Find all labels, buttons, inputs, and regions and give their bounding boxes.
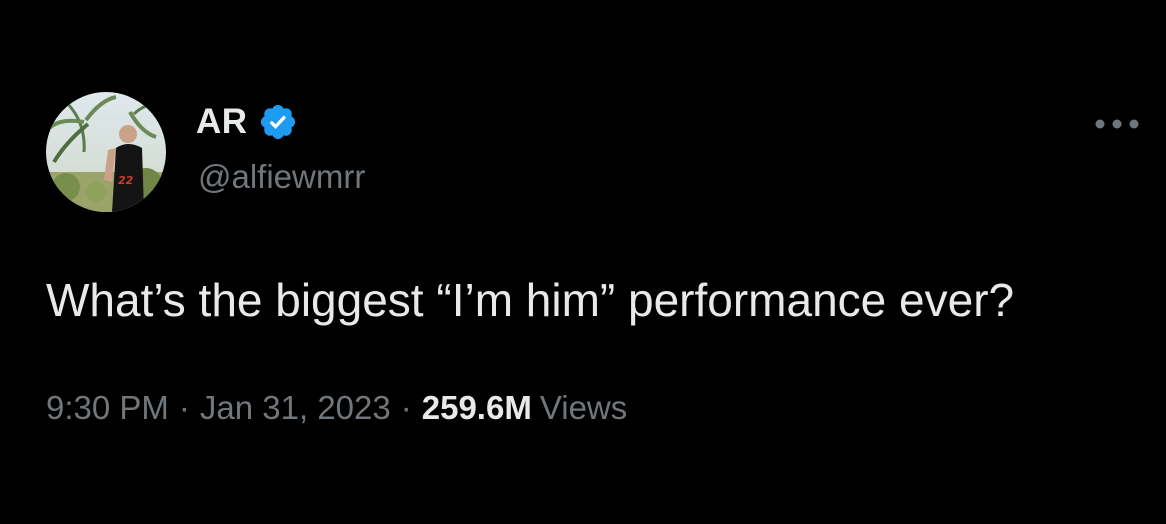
- tweet-time: 9:30 PM: [46, 389, 169, 426]
- svg-text:22: 22: [118, 174, 134, 187]
- author-name-row: AR: [196, 98, 298, 146]
- verified-badge-icon: [258, 102, 298, 142]
- author-handle[interactable]: @alfiewmrr: [198, 158, 365, 196]
- author-display-name[interactable]: AR: [196, 102, 248, 142]
- meta-separator: ·: [178, 389, 190, 426]
- meta-separator: ·: [400, 389, 412, 426]
- views-count[interactable]: 259.6M: [422, 389, 532, 426]
- tweet-timestamp[interactable]: 9:30 PM · Jan 31, 2023: [46, 389, 391, 426]
- tweet-date: Jan 31, 2023: [199, 389, 391, 426]
- avatar-photo-icon: 22: [46, 92, 166, 212]
- avatar[interactable]: 22: [46, 92, 166, 212]
- tweet-card: 22 AR @alfiewmrr What’s the biggest “I’m…: [0, 0, 1166, 524]
- more-options-icon: [1095, 119, 1139, 129]
- more-options-button[interactable]: [1090, 104, 1144, 144]
- views-label: Views: [539, 389, 628, 426]
- tweet-meta: 9:30 PM · Jan 31, 2023 · 259.6M Views: [46, 384, 627, 432]
- tweet-text: What’s the biggest “I’m him” performance…: [46, 274, 1015, 326]
